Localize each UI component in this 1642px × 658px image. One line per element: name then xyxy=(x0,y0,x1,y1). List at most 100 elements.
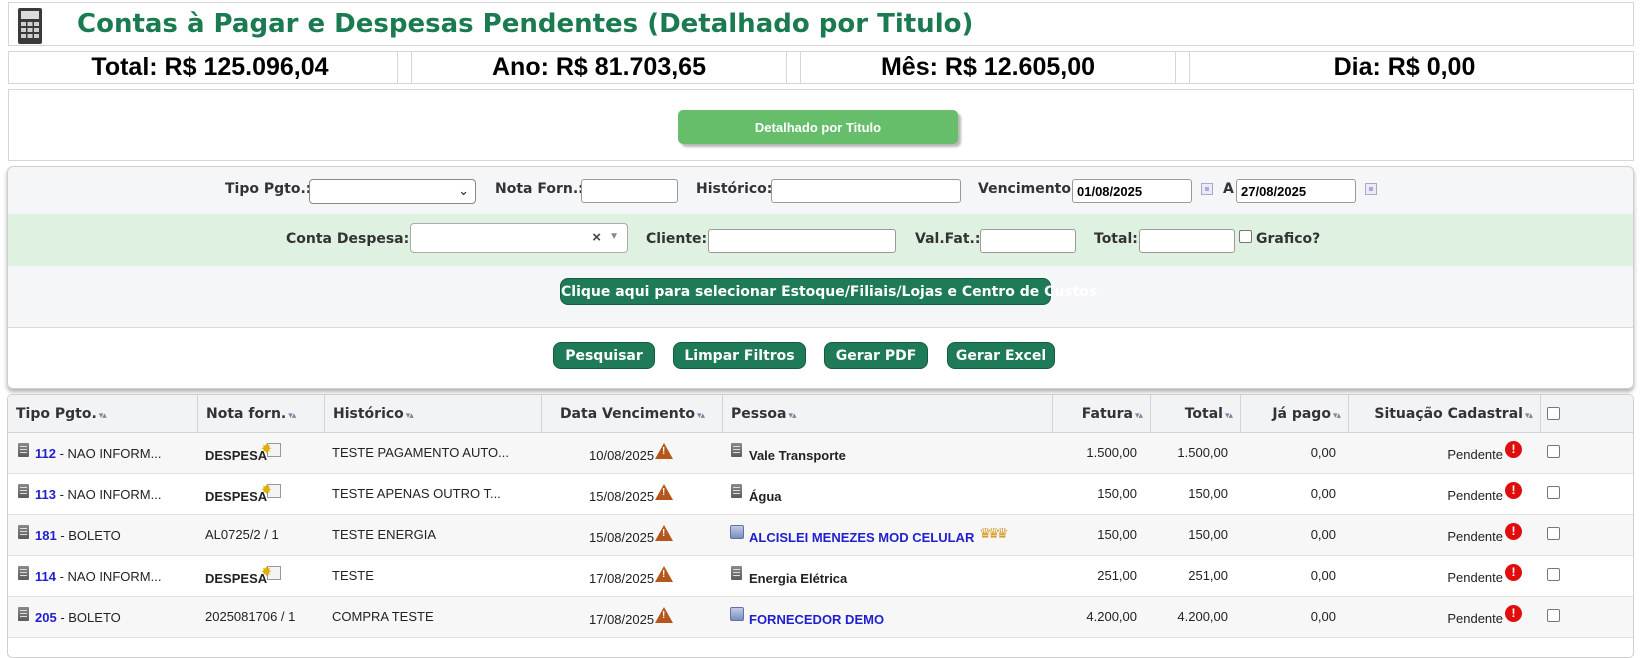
sort-icon[interactable]: ▾▴ xyxy=(288,411,296,421)
sort-icon[interactable]: ▾▴ xyxy=(789,411,797,421)
total-mes: Mês: R$ 12.605,00 xyxy=(786,51,1190,84)
table-row[interactable]: 114 - NAO INFORM...DESPESATESTE17/08/202… xyxy=(8,556,1633,597)
total-filter-input[interactable] xyxy=(1139,229,1235,253)
column-header-label: Pessoa xyxy=(731,406,787,422)
note-icon[interactable] xyxy=(261,564,281,580)
title-code-link[interactable]: 205 xyxy=(35,610,57,625)
cliente-input[interactable] xyxy=(708,229,896,253)
pessoa-cell[interactable]: FORNECEDOR DEMO xyxy=(749,612,884,653)
detalhado-por-titulo-button[interactable]: Detalhado por Titulo xyxy=(678,110,958,144)
table-row[interactable]: 181 - BOLETO AL0725/2 / 1 TESTE ENERGIA 15/… xyxy=(8,515,1633,556)
title-code-link[interactable]: 181 xyxy=(35,528,57,543)
calendar-icon[interactable] xyxy=(1201,183,1213,195)
note-icon[interactable] xyxy=(261,441,281,457)
title-code-link[interactable]: 112 xyxy=(35,446,56,461)
sort-icon[interactable]: ▾▴ xyxy=(1225,411,1233,421)
table-row[interactable]: 113 - NAO INFORM...DESPESATESTE APENAS O… xyxy=(8,474,1633,515)
caret-down-icon: ▼ xyxy=(609,231,619,242)
alert-icon: ! xyxy=(1505,482,1522,499)
grafico-checkbox[interactable] xyxy=(1239,230,1252,243)
column-header-situacao-cadastral[interactable]: Situação Cadastral ▾▴ xyxy=(1349,395,1541,433)
warning-icon xyxy=(655,443,673,459)
total-cell: 4.200,00 xyxy=(1177,609,1228,624)
title-code-link[interactable]: 114 xyxy=(35,569,56,584)
vencimento-a-label: A xyxy=(1223,181,1234,197)
historico-input[interactable] xyxy=(771,179,961,203)
clear-icon[interactable]: × xyxy=(592,229,601,246)
gerar-excel-button[interactable]: Gerar Excel xyxy=(947,342,1055,369)
vencimento-cell: 17/08/2025 xyxy=(589,612,655,627)
fatura-cell: 4.200,00 xyxy=(1086,609,1137,624)
row-select-checkbox[interactable] xyxy=(1547,486,1560,499)
page-title: Contas à Pagar e Despesas Pendentes (Det… xyxy=(77,9,974,39)
select-all-checkbox[interactable] xyxy=(1547,407,1560,420)
row-select-checkbox[interactable] xyxy=(1547,527,1560,540)
select-all-column[interactable] xyxy=(1541,395,1633,433)
document-icon xyxy=(18,607,29,621)
sort-icon[interactable]: ▾▴ xyxy=(99,411,107,421)
warning-icon xyxy=(655,607,673,623)
limpar-filtros-button[interactable]: Limpar Filtros xyxy=(673,342,806,369)
tipo-pgto-label: Tipo Pgto.: xyxy=(225,181,312,197)
tipo-pgto-cell: 205 - BOLETO xyxy=(35,610,121,651)
column-header-tipo-pgto[interactable]: Tipo Pgto. ▾▴ xyxy=(8,395,198,433)
column-header-data-vencimento[interactable]: Data Vencimento ▾▴ xyxy=(542,395,723,433)
vencimento-ate-input[interactable] xyxy=(1236,179,1356,203)
warning-icon xyxy=(655,484,673,500)
valfat-label: Val.Fat.: xyxy=(915,231,981,247)
filter-row-2: Conta Despesa: × ▼ Cliente: Val.Fat.: To… xyxy=(8,214,1633,266)
row-select-checkbox[interactable] xyxy=(1547,609,1560,622)
titles-table: Tipo Pgto. ▾▴ Nota forn. ▾▴ Histórico ▾▴ Data … xyxy=(7,394,1634,658)
tipo-pgto-text: - BOLETO xyxy=(56,528,121,543)
column-header-label: Já pago xyxy=(1272,406,1331,422)
vencimento-label: Vencimento: xyxy=(978,181,1077,197)
row-select-checkbox[interactable] xyxy=(1547,568,1560,581)
entity-icon xyxy=(730,607,744,621)
sort-icon[interactable]: ▾▴ xyxy=(1525,411,1533,421)
row-select-checkbox[interactable] xyxy=(1547,445,1560,458)
column-header-fatura[interactable]: Fatura ▾▴ xyxy=(1053,395,1151,433)
alert-icon: ! xyxy=(1505,605,1522,622)
calendar-icon[interactable] xyxy=(1365,183,1377,195)
select-estoque-button[interactable]: Clique aqui para selecionar Estoque/Fili… xyxy=(560,278,1097,305)
document-icon xyxy=(18,484,29,498)
table-row[interactable]: 205 - BOLETO 2025081706 / 1 COMPRA TESTE 17… xyxy=(8,597,1633,638)
crown-icon: ♛♛♛ xyxy=(979,525,1009,541)
column-header-total[interactable]: Total ▾▴ xyxy=(1151,395,1241,433)
filter-row-3: Clique aqui para selecionar Estoque/Fili… xyxy=(8,266,1633,328)
view-mode-panel: Detalhado por Titulo xyxy=(8,89,1634,161)
title-code-link[interactable]: 113 xyxy=(35,487,56,502)
column-header-historico[interactable]: Histórico ▾▴ xyxy=(325,395,542,433)
action-buttons-row: Pesquisar Limpar Filtros Gerar PDF Gerar… xyxy=(8,328,1633,388)
entity-icon xyxy=(730,525,744,539)
column-header-label: Total xyxy=(1184,406,1223,422)
tipo-pgto-text: - NAO INFORM... xyxy=(55,569,162,584)
nota-forn-input[interactable] xyxy=(581,179,678,203)
sort-icon[interactable]: ▾▴ xyxy=(697,411,705,421)
note-icon[interactable] xyxy=(261,482,281,498)
total-filter-label: Total: xyxy=(1094,231,1138,247)
warning-icon xyxy=(655,566,673,582)
sort-icon[interactable]: ▾▴ xyxy=(1333,411,1341,421)
chevron-down-icon: ⌄ xyxy=(458,183,469,198)
warning-icon xyxy=(655,525,673,541)
valfat-input[interactable] xyxy=(980,229,1076,253)
tipo-pgto-select[interactable]: ⌄ xyxy=(309,179,476,204)
column-header-label: Situação Cadastral xyxy=(1374,406,1523,422)
totals-bar: Total: R$ 125.096,04 Ano: R$ 81.703,65 M… xyxy=(8,51,1634,85)
pesquisar-button[interactable]: Pesquisar xyxy=(553,342,655,369)
sort-icon[interactable]: ▾▴ xyxy=(1135,411,1143,421)
situacao-cell: Pendente xyxy=(1447,611,1503,626)
gerar-pdf-button[interactable]: Gerar PDF xyxy=(824,342,928,369)
sort-icon[interactable]: ▾▴ xyxy=(406,411,414,421)
document-icon xyxy=(18,566,29,580)
ja-pago-cell: 0,00 xyxy=(1310,609,1336,624)
document-icon xyxy=(731,484,742,498)
vencimento-de-input[interactable] xyxy=(1072,179,1192,203)
table-row[interactable]: 112 - NAO INFORM...DESPESATESTE PAGAMENT… xyxy=(8,433,1633,474)
alert-icon: ! xyxy=(1505,441,1522,458)
column-header-pessoa[interactable]: Pessoa ▾▴ xyxy=(723,395,1053,433)
column-header-nota-forn[interactable]: Nota forn. ▾▴ xyxy=(198,395,325,433)
conta-despesa-select[interactable]: × ▼ xyxy=(410,223,628,253)
column-header-ja-pago[interactable]: Já pago ▾▴ xyxy=(1241,395,1349,433)
